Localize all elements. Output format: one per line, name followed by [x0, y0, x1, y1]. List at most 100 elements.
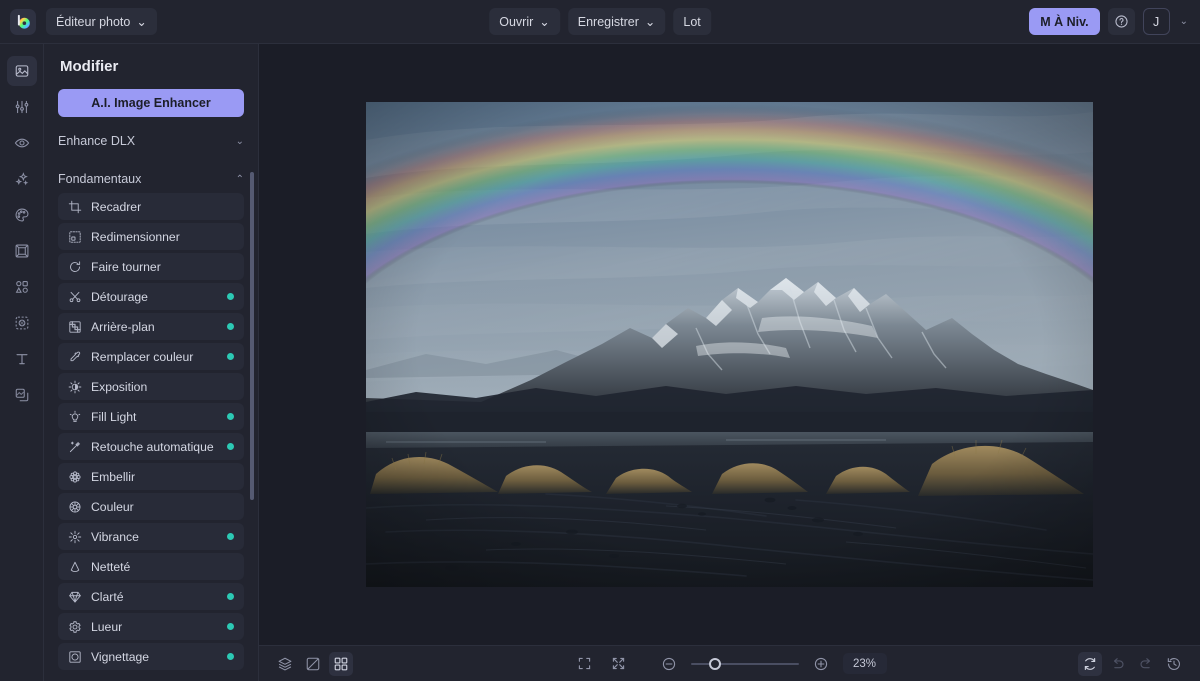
reset-icon — [1084, 657, 1096, 670]
menu-item[interactable]: Redimensionner — [58, 223, 244, 250]
rail-item-image[interactable] — [6, 56, 37, 86]
status-badge — [227, 323, 234, 330]
rail-item-effects[interactable] — [7, 164, 37, 194]
panel-scrollbar[interactable] — [250, 172, 254, 500]
header-center-actions: Ouvrir ⌄ Enregistrer ⌄ Lot — [489, 8, 711, 35]
batch-button[interactable]: Lot — [673, 8, 711, 35]
menu-item[interactable]: Détourage — [58, 283, 244, 310]
menu-item-label: Embellir — [91, 469, 136, 484]
group-header-fondamentaux[interactable]: Fondamentaux ⌃ — [58, 165, 244, 193]
cone-icon — [68, 560, 82, 574]
menu-item-label: Redimensionner — [91, 229, 180, 244]
save-button[interactable]: Enregistrer ⌄ — [567, 8, 666, 35]
zoom-in-button[interactable] — [809, 652, 833, 676]
grid-toggle[interactable] — [329, 651, 353, 676]
help-button[interactable] — [1107, 8, 1135, 35]
bottom-toolbar: 23% — [259, 645, 1200, 681]
header-right-actions: M À Niv. J ⌄ — [1029, 8, 1190, 35]
status-badge — [227, 623, 234, 630]
history-button[interactable] — [1162, 652, 1186, 676]
edit-menu-list: Recadrer Redimensionner Faire tourner Détou… — [58, 193, 244, 670]
magic-wand-icon — [68, 440, 82, 454]
menu-item[interactable]: Fill Light — [58, 403, 244, 430]
rail-item-adjust[interactable] — [7, 92, 37, 122]
scissors-icon — [68, 290, 82, 304]
group-header-attenuer-adoucir[interactable]: Atténuer et adoucir ⌃ — [58, 676, 244, 681]
fit-to-screen-button[interactable] — [607, 652, 631, 676]
account-chevron-down-icon[interactable]: ⌄ — [1178, 16, 1190, 27]
menu-item-label: Retouche automatique — [91, 439, 214, 454]
group-label: Enhance DLX — [58, 134, 136, 148]
photo-content — [366, 102, 1093, 587]
photo-image[interactable] — [366, 102, 1093, 587]
text-icon — [15, 354, 28, 365]
chevron-down-icon: ⌄ — [235, 135, 244, 147]
app-logo[interactable] — [10, 8, 36, 35]
undo-icon — [1113, 657, 1124, 668]
layers-toggle[interactable] — [273, 652, 297, 676]
reset-button[interactable] — [1078, 651, 1102, 676]
zoom-level-value[interactable]: 23% — [842, 653, 887, 674]
diamond-icon — [68, 590, 82, 604]
menu-item[interactable]: Vignettage — [58, 643, 244, 670]
compare-toggle[interactable] — [301, 652, 325, 676]
save-button-label: Enregistrer — [577, 14, 639, 29]
crop-icon — [68, 200, 82, 214]
menu-item[interactable]: Vibrance — [58, 523, 244, 550]
menu-item[interactable]: Faire tourner — [58, 253, 244, 280]
zoom-out-button[interactable] — [657, 652, 681, 676]
menu-item-label: Vibrance — [91, 529, 139, 544]
glow-gear-icon — [68, 620, 82, 634]
image-icon — [15, 65, 28, 77]
fit-screen-icon — [612, 657, 625, 670]
compare-icon — [306, 657, 320, 670]
rail-item-overlays[interactable] — [7, 308, 37, 338]
resize-icon — [68, 230, 82, 244]
menu-item[interactable]: Couleur — [58, 493, 244, 520]
rail-item-layers[interactable] — [7, 380, 37, 410]
menu-item[interactable]: Embellir — [58, 463, 244, 490]
undo-button[interactable] — [1106, 652, 1130, 676]
ai-image-enhancer-button[interactable]: A.I. Image Enhancer — [58, 89, 244, 117]
avatar[interactable]: J — [1142, 8, 1170, 35]
grid-icon — [334, 657, 348, 670]
zoom-controls: 23% — [573, 652, 887, 676]
menu-item[interactable]: Netteté — [58, 553, 244, 580]
open-button[interactable]: Ouvrir ⌄ — [489, 8, 560, 35]
rail-item-shapes[interactable] — [7, 272, 37, 302]
zoom-slider[interactable] — [690, 657, 799, 670]
product-menu-button[interactable]: Éditeur photo ⌄ — [46, 8, 157, 35]
menu-item[interactable]: Remplacer couleur — [58, 343, 244, 370]
canvas-viewport[interactable] — [259, 44, 1200, 645]
group-header-enhance-dlx[interactable]: Enhance DLX ⌄ — [58, 127, 244, 155]
chevron-down-icon: ⌄ — [644, 15, 656, 29]
rail-item-text[interactable] — [7, 344, 37, 374]
panel-title: Modifier — [60, 58, 119, 75]
rail-item-color[interactable] — [7, 200, 37, 230]
menu-item[interactable]: Clarté — [58, 583, 244, 610]
layers-copy-icon — [15, 388, 28, 402]
rail-item-frames[interactable] — [7, 236, 37, 266]
menu-item[interactable]: Exposition — [58, 373, 244, 400]
menu-item[interactable]: Recadrer — [58, 193, 244, 220]
redo-button[interactable] — [1134, 652, 1158, 676]
menu-item-label: Couleur — [91, 499, 134, 514]
group-label: Fondamentaux — [58, 172, 142, 186]
zoom-slider-thumb[interactable] — [709, 657, 722, 670]
canvas-area: 23% — [259, 44, 1200, 681]
batch-button-label: Lot — [683, 14, 701, 29]
upgrade-button[interactable]: M À Niv. — [1029, 8, 1100, 35]
fullscreen-button[interactable] — [573, 652, 597, 676]
rail-item-retouch[interactable] — [7, 128, 37, 158]
redo-icon — [1140, 657, 1151, 668]
menu-item[interactable]: Arrière-plan — [58, 313, 244, 340]
menu-item[interactable]: Retouche automatique — [58, 433, 244, 460]
menu-item[interactable]: Lueur — [58, 613, 244, 640]
flower-icon — [68, 470, 82, 484]
color-wheel-logo-icon — [17, 14, 30, 29]
status-badge — [227, 653, 234, 660]
status-badge — [227, 293, 234, 300]
status-badge — [227, 443, 234, 450]
menu-item-label: Netteté — [91, 559, 131, 574]
vignette-icon — [68, 650, 82, 664]
